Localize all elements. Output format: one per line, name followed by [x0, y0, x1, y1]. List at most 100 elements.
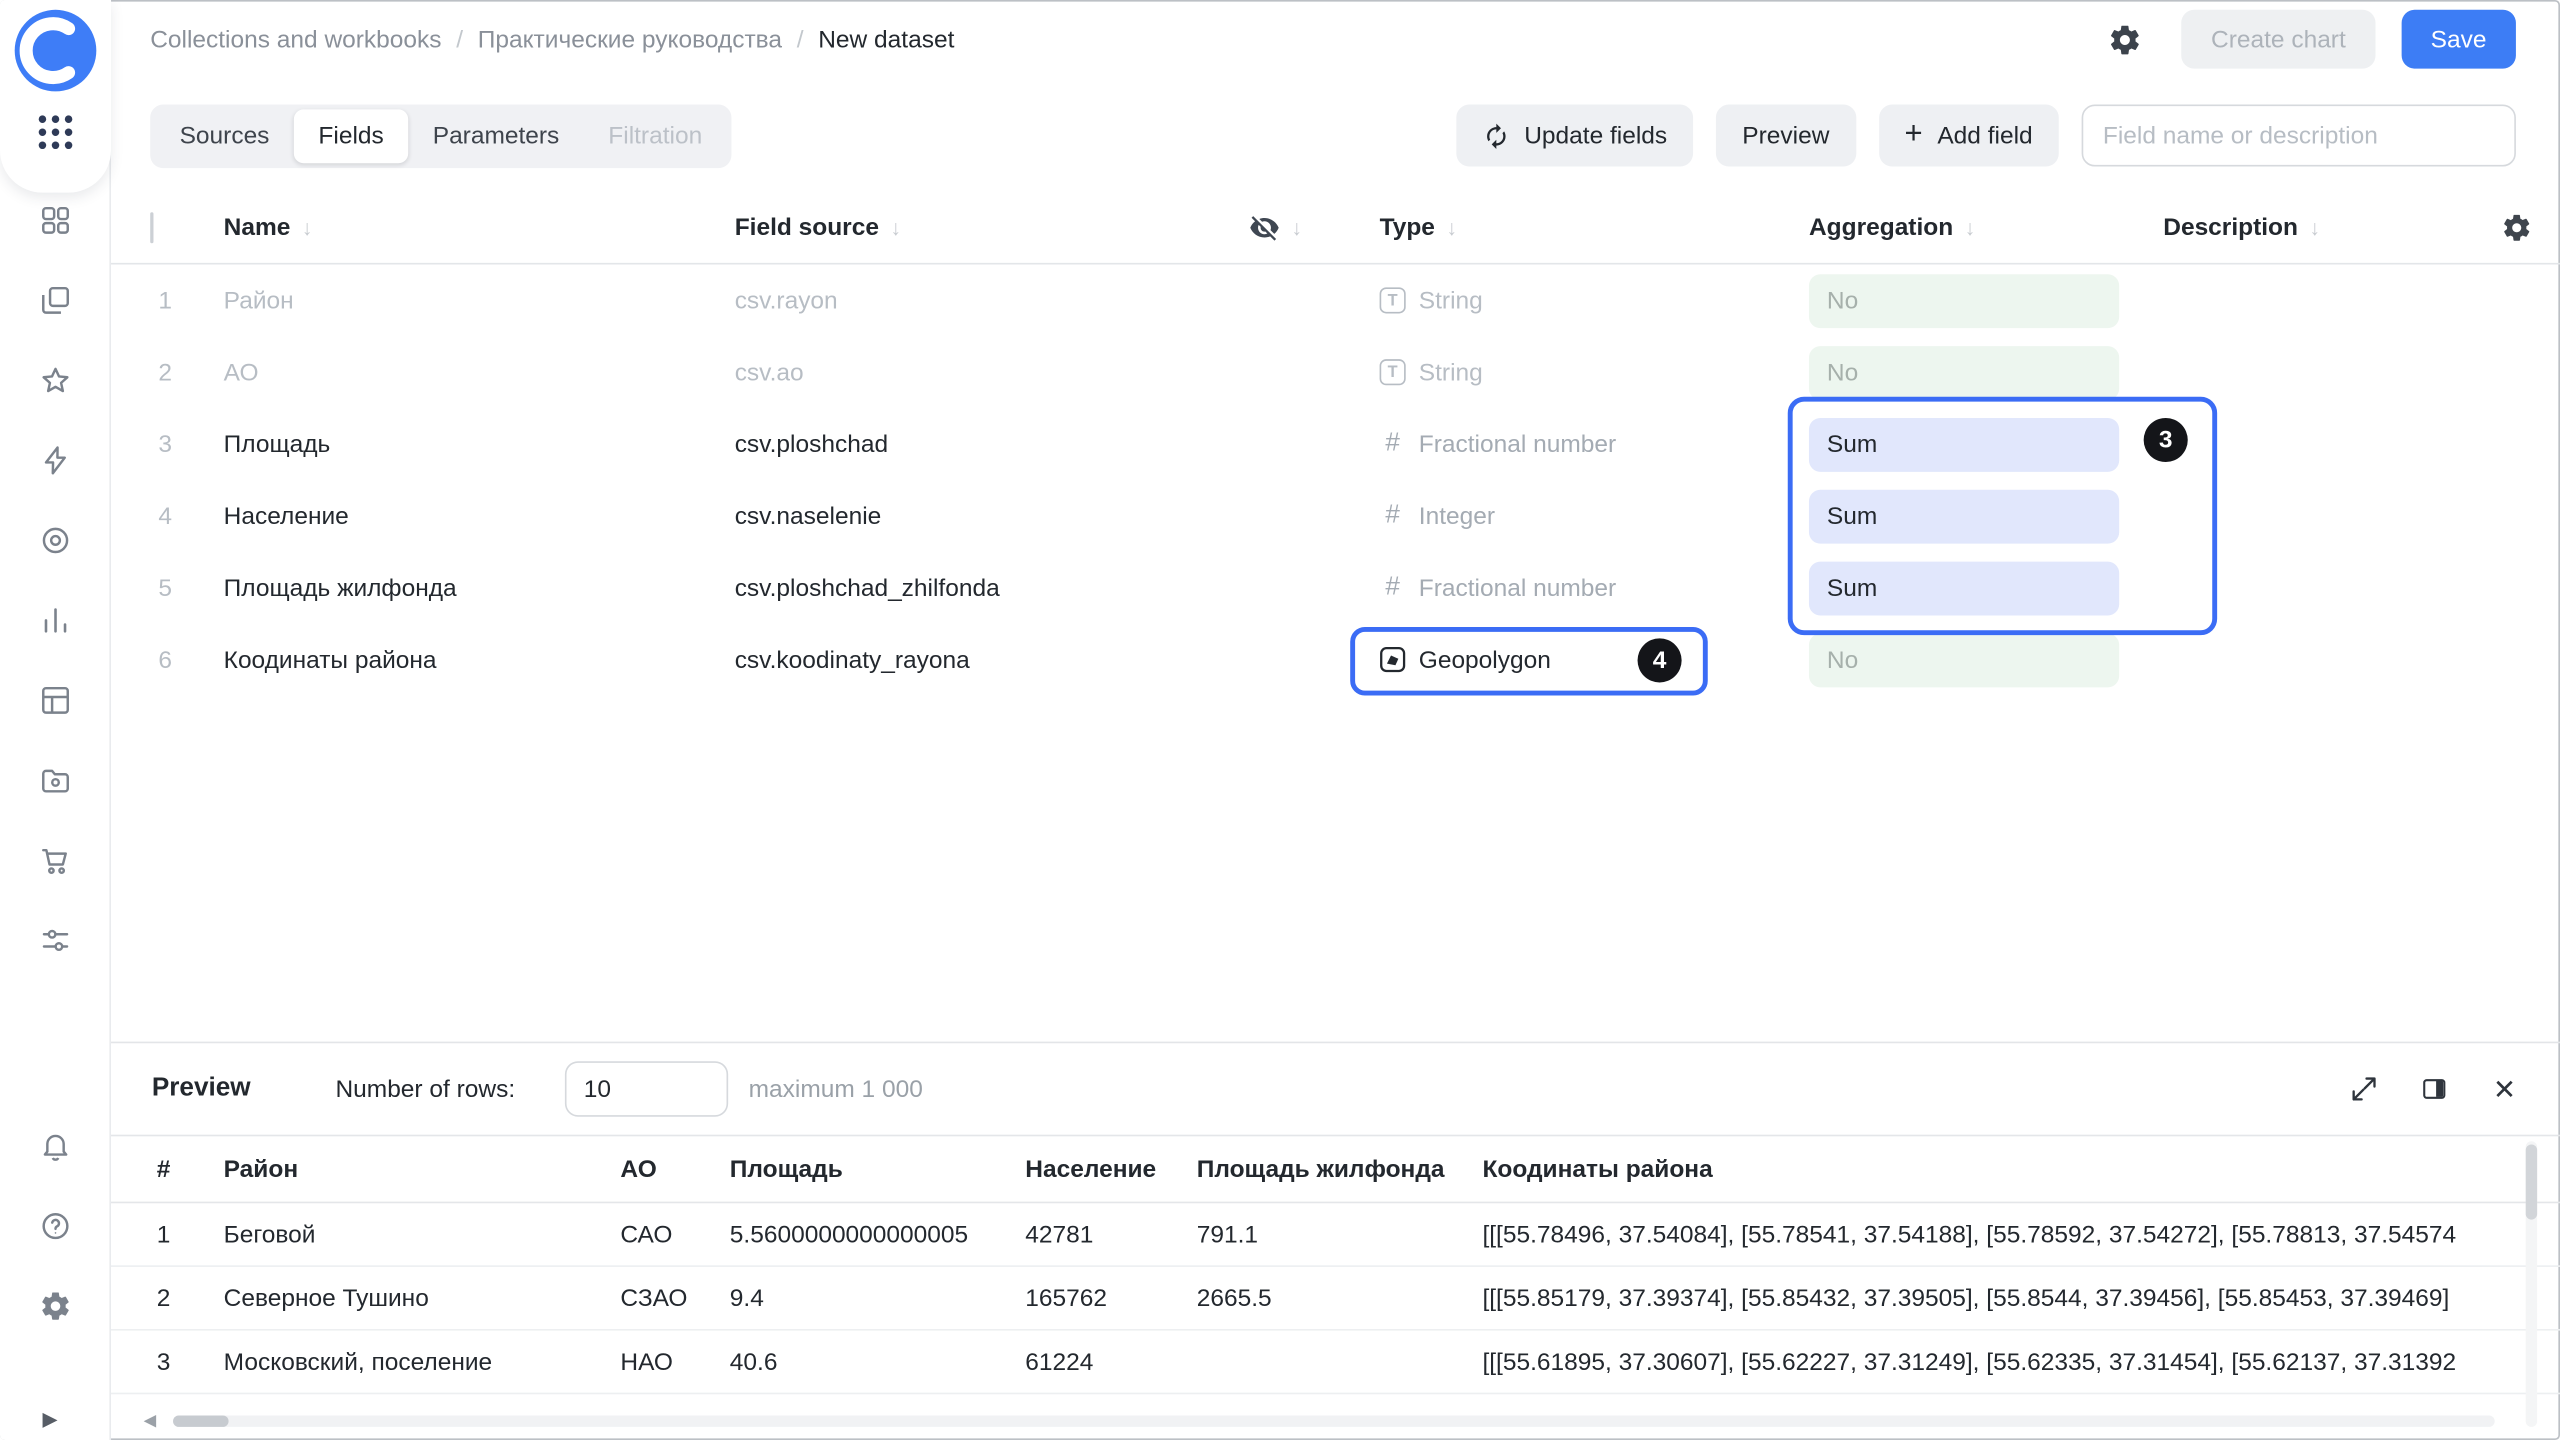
horizontal-scrollbar[interactable]: ◀: [111, 1407, 2560, 1433]
cell: [[[55.61895, 37.30607], [55.62227, 37.31…: [1482, 1348, 2560, 1376]
tab-parameters[interactable]: Parameters: [408, 109, 584, 163]
field-name[interactable]: Площадь жилфонда: [224, 574, 735, 602]
sort-icon: ↓: [1446, 216, 1457, 240]
cell: 1: [111, 1220, 224, 1248]
field-type[interactable]: # Integer: [1380, 501, 1809, 530]
refresh-icon: [1482, 122, 1510, 150]
datasets-icon[interactable]: [38, 524, 71, 557]
scroll-left-icon[interactable]: ◀: [144, 1411, 157, 1429]
rows-count-label: Number of rows:: [335, 1075, 515, 1103]
toolbar-actions: Update fields Preview + Add field: [1456, 104, 2516, 166]
aggregation-select[interactable]: No: [1809, 345, 2119, 399]
cell: 3: [111, 1348, 224, 1376]
column-header-field-source[interactable]: Field source↓: [735, 214, 1249, 242]
geopolygon-type-icon: [1380, 647, 1406, 673]
field-name[interactable]: Коодинаты района: [224, 646, 735, 674]
column-header-description[interactable]: Description↓: [2163, 214, 2486, 242]
workbooks-icon[interactable]: [38, 284, 71, 317]
close-preview-icon[interactable]: ✕: [2488, 1073, 2521, 1106]
settings-sliders-icon[interactable]: [38, 924, 71, 957]
aggregation-select[interactable]: Sum: [1809, 561, 2119, 615]
help-icon[interactable]: [38, 1210, 71, 1243]
create-chart-button[interactable]: Create chart: [2182, 10, 2376, 69]
cell: Северное Тушино: [224, 1284, 621, 1312]
aggregation-select[interactable]: No: [1809, 633, 2119, 687]
field-type[interactable]: # Fractional number: [1380, 429, 1809, 458]
column-header-type[interactable]: Type↓: [1380, 214, 1809, 242]
field-search-input[interactable]: [2082, 104, 2516, 166]
column-header-aggregation[interactable]: Aggregation↓: [1809, 214, 2163, 242]
vertical-scrollbar[interactable]: [2526, 1141, 2537, 1427]
select-all-checkbox[interactable]: [150, 212, 153, 243]
field-row: 2 АО csv.ao T String No: [111, 336, 2560, 408]
sidebar-nav: [38, 204, 71, 957]
cell: [[[55.78496, 37.54084], [55.78541, 37.54…: [1482, 1220, 2560, 1248]
charts-icon[interactable]: [38, 604, 71, 637]
field-source[interactable]: csv.naselenie: [735, 502, 1249, 530]
aggregation-select[interactable]: Sum: [1809, 489, 2119, 543]
table-icon[interactable]: [38, 684, 71, 717]
horizontal-scrollbar-track[interactable]: [173, 1415, 2495, 1426]
notifications-bell-icon[interactable]: [38, 1130, 71, 1163]
cell: 165762: [1025, 1284, 1196, 1312]
field-type[interactable]: # Fractional number: [1380, 573, 1809, 602]
field-source[interactable]: csv.rayon: [735, 287, 1249, 315]
tab-fields[interactable]: Fields: [294, 109, 408, 163]
rows-max-hint: maximum 1 000: [749, 1075, 923, 1103]
preview-title: Preview: [152, 1074, 251, 1103]
field-name[interactable]: АО: [224, 358, 735, 386]
aggregation-select[interactable]: Sum: [1809, 417, 2119, 471]
connections-bolt-icon[interactable]: [38, 444, 71, 477]
field-source[interactable]: csv.ploshchad: [735, 430, 1249, 458]
cell: 61224: [1025, 1348, 1196, 1376]
field-type[interactable]: Geopolygon: [1380, 646, 1809, 674]
field-source[interactable]: csv.koodinaty_rayona: [735, 646, 1249, 674]
breadcrumb-collections[interactable]: Collections and workbooks: [150, 25, 441, 53]
table-settings-gear-icon[interactable]: [2487, 212, 2560, 243]
settings-gear-icon[interactable]: [38, 1290, 71, 1323]
column-header-visibility[interactable]: ↓: [1249, 212, 1380, 243]
aggregation-select[interactable]: No: [1809, 273, 2119, 327]
storage-folder-icon[interactable]: [38, 764, 71, 797]
horizontal-scrollbar-thumb[interactable]: [173, 1415, 229, 1426]
split-view-icon[interactable]: [2418, 1073, 2451, 1106]
update-fields-button[interactable]: Update fields: [1456, 104, 1694, 166]
add-field-button[interactable]: + Add field: [1878, 104, 2058, 166]
dashboards-icon[interactable]: [38, 204, 71, 237]
datalens-logo[interactable]: [12, 8, 97, 93]
favorites-star-icon[interactable]: [38, 364, 71, 397]
preview-button-label: Preview: [1742, 122, 1829, 150]
field-name[interactable]: Площадь: [224, 430, 735, 458]
field-name[interactable]: Район: [224, 287, 735, 315]
cell: 42781: [1025, 1220, 1196, 1248]
collapse-sidebar-icon[interactable]: ▶: [42, 1407, 57, 1430]
preview-col-naselenie: Население: [1025, 1155, 1196, 1183]
marketplace-cart-icon[interactable]: [38, 844, 71, 877]
fields-table: Name↓ Field source↓ ↓ Type↓: [111, 193, 2560, 1042]
column-header-name[interactable]: Name↓: [224, 214, 735, 242]
eye-off-icon: [1249, 212, 1280, 243]
row-index: 2: [111, 358, 224, 386]
field-source[interactable]: csv.ploshchad_zhilfonda: [735, 574, 1249, 602]
field-name[interactable]: Население: [224, 502, 735, 530]
string-type-icon: T: [1380, 359, 1406, 385]
field-type[interactable]: T String: [1380, 358, 1809, 386]
field-type[interactable]: T String: [1380, 287, 1809, 315]
vertical-scrollbar-thumb[interactable]: [2526, 1144, 2537, 1219]
cell: [[[55.85179, 37.39374], [55.85432, 37.39…: [1482, 1284, 2560, 1312]
preview-col-zhilfond: Площадь жилфонда: [1197, 1155, 1483, 1183]
expand-icon[interactable]: [2348, 1073, 2381, 1106]
preview-col-number: #: [111, 1155, 224, 1183]
rows-count-input[interactable]: [564, 1061, 727, 1117]
all-services-grid-icon[interactable]: [35, 113, 74, 152]
preview-button[interactable]: Preview: [1716, 104, 1855, 166]
breadcrumb-current: New dataset: [818, 25, 954, 53]
field-source[interactable]: csv.ao: [735, 358, 1249, 386]
breadcrumb-guides[interactable]: Практические руководства: [478, 25, 782, 53]
dataset-settings-gear-icon[interactable]: [2108, 22, 2142, 56]
field-row: 1 Район csv.rayon T String No: [111, 264, 2560, 336]
save-button[interactable]: Save: [2401, 10, 2516, 69]
tab-sources[interactable]: Sources: [155, 109, 294, 163]
tab-filtration[interactable]: Filtration: [584, 109, 727, 163]
preview-row: 3 Московский, поселение НАО 40.6 61224 […: [111, 1331, 2560, 1395]
